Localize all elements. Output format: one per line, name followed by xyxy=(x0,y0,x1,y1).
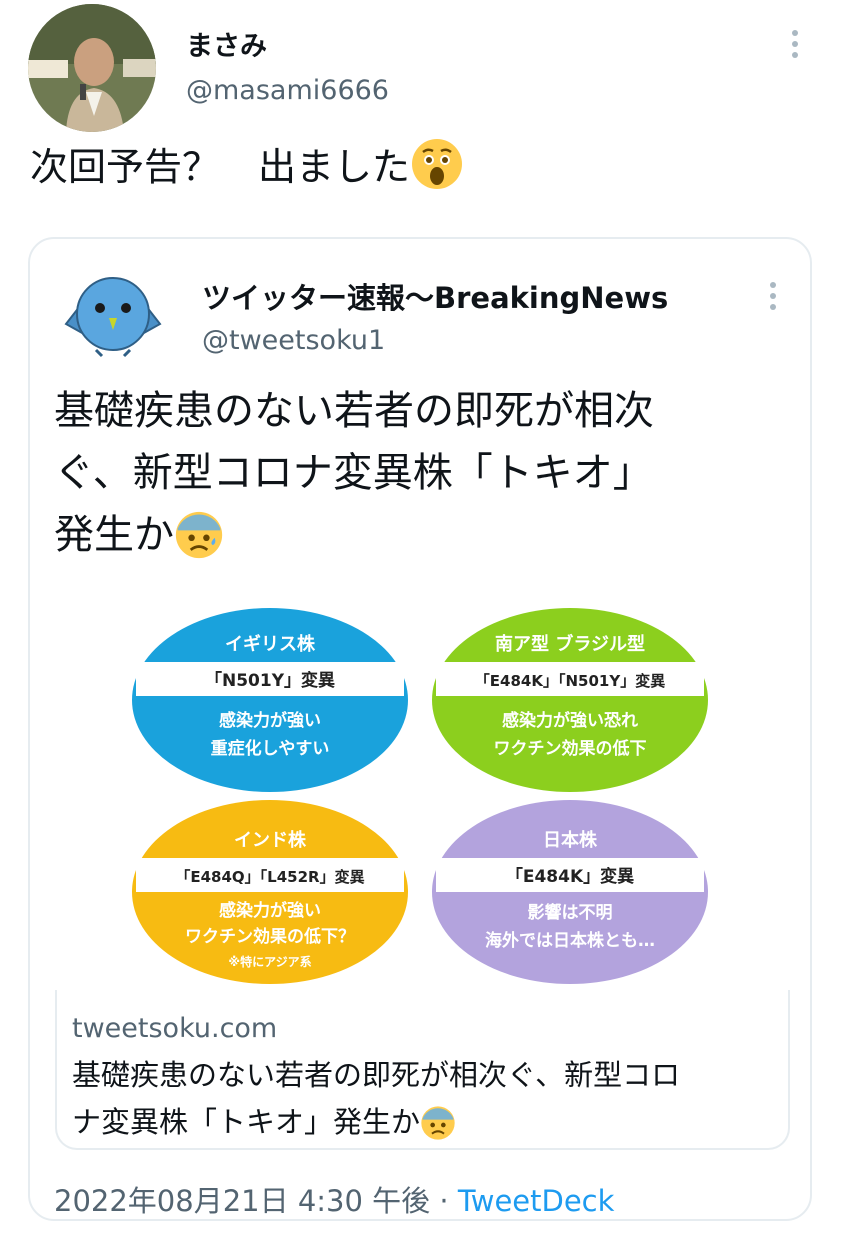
tweet-meta: 2022年08月21日 4:30 午後 · TweetDeck xyxy=(54,1178,614,1220)
quoted-text-line: 基礎疾患のない若者の即死が相次 xyxy=(54,380,794,442)
variant-uk-desc2: 重症化しやすい xyxy=(211,738,330,759)
quoted-author-name[interactable]: ツイッター速報〜BreakingNews xyxy=(202,275,668,317)
variant-india: インド株 「E484Q」「L452R」変異 感染力が強い ワクチン効果の低下？ … xyxy=(132,800,408,984)
link-card-title-line: ナ変異株「トキオ」発生か xyxy=(72,1099,782,1146)
link-card-domain[interactable]: tweetsoku.com xyxy=(72,1013,277,1044)
link-card-title[interactable]: 基礎疾患のない若者の即死が相次ぐ、新型コロ ナ変異株「トキオ」発生か xyxy=(72,1052,782,1146)
author-handle[interactable]: @masami6666 xyxy=(186,75,389,106)
variant-japan: 日本株 「E484K」変異 影響は不明 海外では日本株とも… xyxy=(432,800,708,984)
variant-japan-title: 日本株 xyxy=(543,829,598,851)
variants-image[interactable]: イギリス株 「N501Y」変異 感染力が強い 重症化しやすい 南ア型 ブラジル型… xyxy=(130,600,720,990)
variant-india-desc1: 感染力が強い xyxy=(219,900,321,921)
quoted-author-avatar[interactable] xyxy=(58,270,168,360)
variant-uk-title: イギリス株 xyxy=(225,633,316,655)
variant-india-desc2: ワクチン効果の低下？ xyxy=(185,926,355,947)
quoted-tweet-text: 基礎疾患のない若者の即死が相次 ぐ、新型コロナ変異株「トキオ」 発生か xyxy=(54,380,794,566)
tweet-text: 次回予告？ 出ました xyxy=(30,136,464,191)
variant-india-title: インド株 xyxy=(234,829,307,851)
quoted-text-line: ぐ、新型コロナ変異株「トキオ」 xyxy=(54,442,794,504)
link-card-title-line: 基礎疾患のない若者の即死が相次ぐ、新型コロ xyxy=(72,1052,782,1099)
author-avatar[interactable] xyxy=(28,4,156,132)
variant-japan-code: 「E484K」変異 xyxy=(506,866,634,887)
anxious-face-with-sweat-icon xyxy=(175,511,223,559)
quoted-text-line: 発生か xyxy=(54,504,794,566)
quoted-text-line-1: 基礎疾患のない若者の即死が相次 xyxy=(54,388,654,434)
quoted-text-line-3: 発生か xyxy=(54,512,174,558)
variant-sa-desc1: 感染力が強い恐れ xyxy=(502,710,638,731)
link-card-title-line-1: 基礎疾患のない若者の即死が相次ぐ、新型コロ xyxy=(72,1058,681,1092)
anxious-face-with-sweat-icon xyxy=(421,1105,455,1140)
variant-japan-desc2: 海外では日本株とも… xyxy=(485,930,655,951)
tweet-text-content: 次回予告？ 出ました xyxy=(30,145,411,189)
variant-japan-desc1: 影響は不明 xyxy=(528,902,613,923)
avatar-photo xyxy=(28,4,156,132)
astonished-face-icon xyxy=(412,138,463,189)
variant-uk-code: 「N501Y」変異 xyxy=(205,670,335,691)
quoted-more-options-icon[interactable] xyxy=(770,282,776,310)
variant-india-code: 「E484Q」「L452R」変異 xyxy=(175,868,364,886)
variant-uk-desc1: 感染力が強い xyxy=(219,710,321,731)
variant-uk: イギリス株 「N501Y」変異 感染力が強い 重症化しやすい xyxy=(132,608,408,792)
variant-sa-title: 南ア型 ブラジル型 xyxy=(495,633,645,655)
link-card-title-line-2: ナ変異株「トキオ」発生か xyxy=(72,1105,421,1139)
variant-sa-desc2: ワクチン効果の低下 xyxy=(494,738,647,759)
more-options-icon[interactable] xyxy=(792,30,798,58)
quoted-text-line-2: ぐ、新型コロナ変異株「トキオ」 xyxy=(54,450,653,496)
author-name[interactable]: まさみ xyxy=(186,24,267,63)
variant-sa-brazil: 南ア型 ブラジル型 「E484K」「N501Y」変異 感染力が強い恐れ ワクチン… xyxy=(432,608,708,792)
tweet-source-link[interactable]: TweetDeck xyxy=(458,1184,615,1218)
variant-india-note: ※特にアジア系 xyxy=(228,954,311,969)
variant-sa-code: 「E484K」「N501Y」変異 xyxy=(475,672,665,690)
meta-separator: · xyxy=(430,1184,458,1218)
quoted-author-handle[interactable]: @tweetsoku1 xyxy=(202,325,385,356)
tweet-timestamp[interactable]: 2022年08月21日 4:30 午後 xyxy=(54,1184,430,1218)
